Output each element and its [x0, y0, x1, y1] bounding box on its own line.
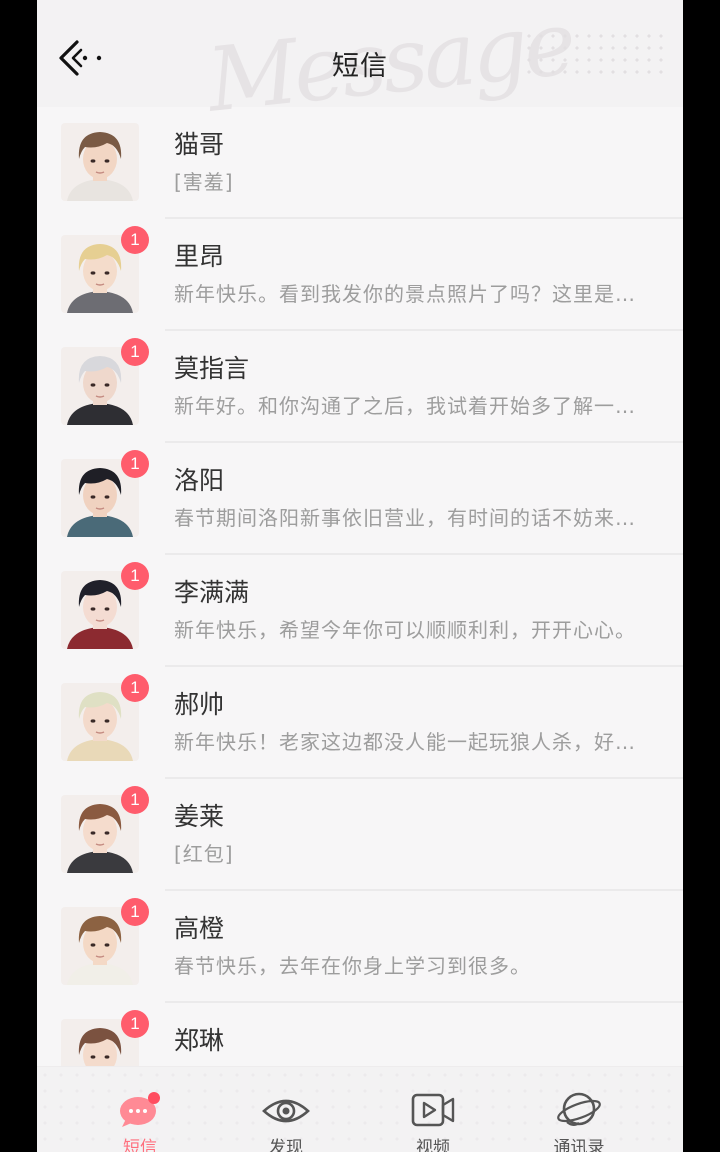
- tab-discover-label: 发现: [269, 1138, 303, 1152]
- message-icon: [120, 1092, 160, 1127]
- contact-name: 郝帅: [174, 690, 225, 719]
- message-preview: [害羞]: [174, 170, 234, 194]
- contact-name: 姜莱: [174, 802, 225, 831]
- message-preview: 新年好。和你沟通了之后，我试着开始多了解一些事情。: [174, 394, 644, 418]
- message-preview: 新年快乐，希望今年你可以顺顺利利，开开心心。: [174, 618, 636, 642]
- unread-badge: 1: [121, 450, 149, 478]
- unread-badge: 1: [121, 338, 149, 366]
- unread-badge: 1: [121, 226, 149, 254]
- message-row[interactable]: 1 李满满新年快乐，希望今年你可以顺顺利利，开开心心。: [37, 555, 683, 667]
- unread-badge: 1: [121, 562, 149, 590]
- contact-name: 莫指言: [174, 354, 250, 383]
- unread-badge: 1: [121, 1010, 149, 1038]
- tab-discover[interactable]: 发现: [226, 1067, 346, 1152]
- unread-badge: 1: [121, 786, 149, 814]
- tab-contacts[interactable]: 通讯录: [519, 1067, 639, 1152]
- contact-name: 李满满: [174, 578, 250, 607]
- page-title: 短信: [332, 51, 388, 82]
- message-row[interactable]: 猫哥 [害羞]: [37, 107, 683, 219]
- tab-contacts-label: 通讯录: [553, 1138, 605, 1152]
- message-preview: [红包]: [174, 842, 234, 866]
- contact-name: 洛阳: [174, 466, 225, 495]
- message-row[interactable]: 1 郝帅新年快乐！老家这边都没人能一起玩狼人杀，好无聊。: [37, 667, 683, 779]
- message-preview: 新年快乐！老家这边都没人能一起玩狼人杀，好无聊。: [174, 730, 644, 754]
- tab-messages[interactable]: 短信: [80, 1067, 200, 1152]
- message-row[interactable]: 1 姜莱 [红包]: [37, 779, 683, 891]
- message-list: 猫哥 [害羞] 1 里昂新年快乐。看到我发你的景点照片了吗？这里是不是很美？ 1 莫指言新…: [37, 107, 683, 1115]
- bottom-tab-bar: 短信 发现 视频 通讯录: [37, 1066, 683, 1152]
- avatar-portrait-icon: [61, 123, 139, 201]
- message-row[interactable]: 1 里昂新年快乐。看到我发你的景点照片了吗？这里是不是很美？: [37, 219, 683, 331]
- contact-name: 猫哥: [174, 130, 225, 159]
- message-preview: 春节快乐，去年在你身上学习到很多。: [174, 954, 531, 978]
- header: Message 短信: [37, 0, 683, 132]
- contacts-icon: [557, 1092, 601, 1126]
- eye-icon: [262, 1099, 310, 1123]
- contact-name: 高橙: [174, 914, 225, 943]
- avatar[interactable]: [61, 123, 139, 201]
- message-row[interactable]: 1 高橙春节快乐，去年在你身上学习到很多。: [37, 891, 683, 1003]
- phone-screen: Message 短信 猫哥 [害羞] 1 里昂新年快乐。看到我发你的景点照片了吗？这里…: [37, 0, 683, 1152]
- unread-badge: 1: [121, 898, 149, 926]
- tab-video-label: 视频: [416, 1138, 450, 1152]
- contact-name: 里昂: [174, 242, 225, 271]
- video-icon: [411, 1093, 455, 1127]
- contact-name: 郑琳: [174, 1026, 225, 1055]
- message-preview: 春节期间洛阳新事依旧营业，有时间的话不妨来坐坐。: [174, 506, 644, 530]
- tab-video[interactable]: 视频: [373, 1067, 493, 1152]
- message-row[interactable]: 1 洛阳春节期间洛阳新事依旧营业，有时间的话不妨来坐坐。: [37, 443, 683, 555]
- message-row[interactable]: 1 莫指言新年好。和你沟通了之后，我试着开始多了解一些事情。: [37, 331, 683, 443]
- message-preview: 新年快乐。看到我发你的景点照片了吗？这里是不是很美？: [174, 282, 644, 306]
- tab-messages-label: 短信: [123, 1138, 157, 1152]
- unread-badge: 1: [121, 674, 149, 702]
